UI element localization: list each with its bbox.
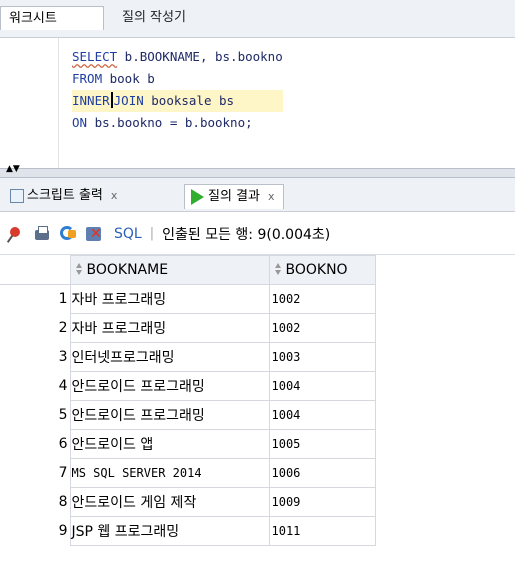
row-number: 6 <box>0 429 71 459</box>
tab-query-result[interactable]: 질의 결과 x <box>184 184 284 209</box>
keyword-inner: INNER <box>72 93 110 108</box>
table-row[interactable]: 8 안드로이드 게임 제작 1009 <box>0 487 376 517</box>
cell-bookname[interactable]: 인터넷프로그래밍 <box>69 342 270 372</box>
keyword-on: ON <box>72 115 88 130</box>
code-line-1: SELECT b.BOOKNAME, bs.bookno <box>72 46 283 68</box>
header-row: BOOKNAME BOOKNO <box>0 255 376 285</box>
row-number: 7 <box>0 458 71 488</box>
tab-query-result-label: 질의 결과 <box>208 189 260 204</box>
row-number: 4 <box>0 371 71 401</box>
print-icon[interactable] <box>32 224 52 244</box>
fetch-status: 인출된 모든 행: 9(0.004초) <box>162 226 331 243</box>
code-line-3: INNER JOIN booksale bs <box>72 90 283 112</box>
code-text: bs.bookno = b.bookno; <box>87 115 253 130</box>
editor-gutter <box>0 38 59 168</box>
splitter-arrows-icon[interactable]: ▲▼ <box>6 165 20 174</box>
tab-script-output-label: 스크립트 출력 <box>27 188 103 203</box>
column-header-label: BOOKNAME <box>86 262 169 278</box>
row-number: 2 <box>0 313 71 343</box>
script-output-icon <box>10 189 24 203</box>
table-row[interactable]: 7 MS SQL SERVER 2014 1006 <box>0 458 376 488</box>
sort-icon[interactable] <box>274 263 283 276</box>
cell-bookno[interactable]: 1003 <box>268 342 376 372</box>
toolbar-separator: | <box>149 226 155 241</box>
column-header-bookno[interactable]: BOOKNO <box>268 255 376 285</box>
cell-bookname[interactable]: 안드로이드 프로그래밍 <box>69 400 270 430</box>
refresh-icon[interactable] <box>58 224 78 244</box>
row-number: 8 <box>0 487 71 517</box>
cell-bookname[interactable]: 안드로이드 프로그래밍 <box>69 371 270 401</box>
result-table: BOOKNAME BOOKNO 1 자바 프로그래밍 1002 2 자바 프로그… <box>0 255 376 546</box>
output-tab-bar: 스크립트 출력 x 질의 결과 x <box>0 178 515 212</box>
pin-icon[interactable] <box>6 224 26 244</box>
play-icon <box>191 189 204 205</box>
column-header-bookname[interactable]: BOOKNAME <box>69 255 270 285</box>
cell-bookno[interactable]: 1004 <box>268 371 376 401</box>
code-text: b.BOOKNAME, bs.bookno <box>117 49 283 64</box>
cell-bookname[interactable]: 안드로이드 앱 <box>69 429 270 459</box>
tab-worksheet[interactable]: 워크시트 <box>0 6 104 30</box>
result-grid[interactable]: BOOKNAME BOOKNO 1 자바 프로그래밍 1002 2 자바 프로그… <box>0 255 515 577</box>
sort-icon[interactable] <box>75 263 84 276</box>
keyword-from: FROM <box>72 71 103 86</box>
sql-button[interactable]: SQL <box>114 226 142 242</box>
table-row[interactable]: 4 안드로이드 프로그래밍 1004 <box>0 371 376 401</box>
sql-editor[interactable]: SELECT b.BOOKNAME, bs.bookno FROM book b… <box>0 38 515 168</box>
close-icon[interactable]: x <box>111 184 118 208</box>
tab-script-output[interactable]: 스크립트 출력 x <box>10 184 117 208</box>
cell-bookname[interactable]: 자바 프로그래밍 <box>69 313 270 343</box>
close-icon[interactable]: x <box>268 185 275 209</box>
sql-code[interactable]: SELECT b.BOOKNAME, bs.bookno FROM book b… <box>72 46 283 134</box>
cell-bookname[interactable]: JSP 웹 프로그래밍 <box>69 516 270 546</box>
cell-bookno[interactable]: 1005 <box>268 429 376 459</box>
row-number: 1 <box>0 284 71 314</box>
cell-bookno[interactable]: 1006 <box>268 458 376 488</box>
text-caret <box>110 92 113 108</box>
code-line-4: ON bs.bookno = b.bookno; <box>72 112 283 134</box>
result-toolbar: SQL | 인출된 모든 행: 9(0.004초) <box>0 213 515 255</box>
cancel-icon[interactable] <box>84 224 104 244</box>
top-tab-bar: 워크시트 질의 작성기 <box>0 0 515 38</box>
table-row[interactable]: 1 자바 프로그래밍 1002 <box>0 284 376 314</box>
table-row[interactable]: 3 인터넷프로그래밍 1003 <box>0 342 376 372</box>
code-text: booksale bs <box>143 93 235 108</box>
cell-bookno[interactable]: 1002 <box>268 284 376 314</box>
table-row[interactable]: 6 안드로이드 앱 1005 <box>0 429 376 459</box>
table-row[interactable]: 9 JSP 웹 프로그래밍 1011 <box>0 516 376 546</box>
code-text: book b <box>102 71 155 86</box>
pane-splitter[interactable]: ▲▼ <box>0 165 515 178</box>
row-number: 9 <box>0 516 71 546</box>
cell-bookname[interactable]: 자바 프로그래밍 <box>69 284 270 314</box>
cell-bookno[interactable]: 1009 <box>268 487 376 517</box>
code-line-2: FROM book b <box>72 68 283 90</box>
cell-bookname[interactable]: MS SQL SERVER 2014 <box>69 458 270 488</box>
cell-bookno[interactable]: 1011 <box>268 516 376 546</box>
column-header-label: BOOKNO <box>285 262 348 278</box>
row-number: 3 <box>0 342 71 372</box>
table-row[interactable]: 2 자바 프로그래밍 1002 <box>0 313 376 343</box>
keyword-select: SELECT <box>72 49 118 64</box>
table-row[interactable]: 5 안드로이드 프로그래밍 1004 <box>0 400 376 430</box>
cell-bookno[interactable]: 1004 <box>268 400 376 430</box>
keyword-join: JOIN <box>113 93 144 108</box>
row-number: 5 <box>0 400 71 430</box>
tab-query-builder[interactable]: 질의 작성기 <box>116 6 186 30</box>
cell-bookno[interactable]: 1002 <box>268 313 376 343</box>
row-number-header <box>0 255 70 285</box>
cell-bookname[interactable]: 안드로이드 게임 제작 <box>69 487 270 517</box>
